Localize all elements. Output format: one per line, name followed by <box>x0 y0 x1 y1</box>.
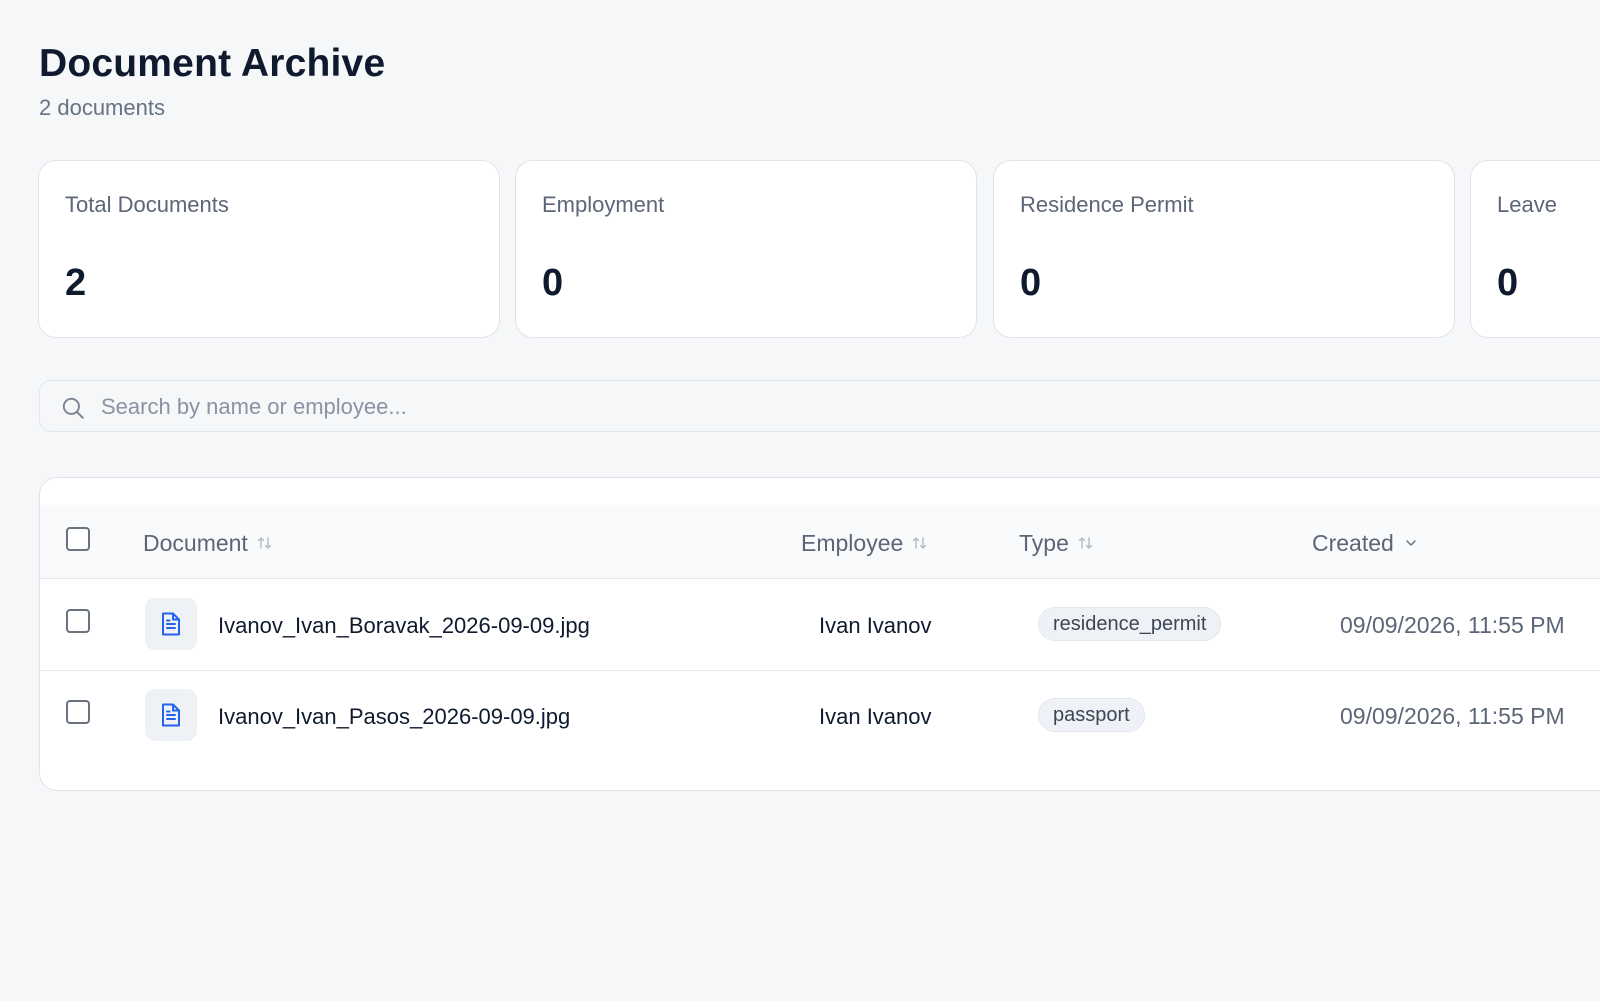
stat-label: Total Documents <box>65 192 229 217</box>
chevron-down-icon <box>1406 540 1416 546</box>
document-archive-page: Document Archive 2 documents Total Docum… <box>0 0 1600 1001</box>
document-name[interactable]: Ivanov_Ivan_Pasos_2026-09-09.jpg <box>218 703 570 731</box>
created-date: 09/09/2026, 11:55 PM <box>1340 612 1565 638</box>
column-label: Employee <box>801 530 904 556</box>
column-header-type[interactable]: Type <box>1019 529 1095 557</box>
sort-arrows-icon <box>257 537 272 549</box>
row-checkbox[interactable] <box>66 700 90 724</box>
column-label: Document <box>143 530 248 556</box>
stat-value: 2 <box>65 262 87 304</box>
column-header-created[interactable]: Created <box>1312 529 1420 557</box>
file-text-icon <box>162 703 180 727</box>
type-badge: passport <box>1038 698 1145 732</box>
stat-card-total-documents: Total Documents 2 <box>38 160 500 338</box>
created-date: 09/09/2026, 11:55 PM <box>1340 703 1565 729</box>
table-row[interactable]: Ivanov_Ivan_Pasos_2026-09-09.jpg Ivan Iv… <box>40 669 1600 762</box>
column-label: Type <box>1019 530 1069 556</box>
stat-card-residence-permit: Residence Permit 0 <box>993 160 1455 338</box>
stat-label: Residence Permit <box>1020 192 1194 217</box>
page-title: Document Archive <box>39 42 386 85</box>
column-header-document[interactable]: Document <box>143 529 274 557</box>
stat-value: 0 <box>542 262 564 304</box>
employee-name: Ivan Ivanov <box>819 704 932 729</box>
file-text-icon <box>162 612 180 636</box>
document-name[interactable]: Ivanov_Ivan_Boravak_2026-09-09.jpg <box>218 612 590 640</box>
row-checkbox[interactable] <box>66 609 90 633</box>
column-label: Created <box>1312 530 1394 556</box>
table-header: Document Employee Type Created <box>40 505 1600 579</box>
stat-value: 0 <box>1497 262 1519 304</box>
stat-value: 0 <box>1020 262 1042 304</box>
sort-arrows-icon <box>1078 537 1093 549</box>
sort-arrows-icon <box>913 537 927 549</box>
type-badge: residence_permit <box>1038 607 1222 641</box>
stat-label: Employment <box>542 192 665 217</box>
select-all-checkbox[interactable] <box>66 527 90 551</box>
column-header-employee[interactable]: Employee <box>801 529 929 557</box>
employee-name: Ivan Ivanov <box>819 613 932 638</box>
document-count: 2 documents <box>39 95 165 120</box>
search-bar <box>39 380 1600 432</box>
search-input[interactable] <box>99 391 1003 423</box>
stat-card-leave: Leave 0 <box>1470 160 1600 338</box>
documents-table: Document Employee Type Created Ivanov_Iv… <box>39 477 1600 791</box>
stat-label: Leave <box>1497 192 1557 217</box>
file-icon-badge <box>145 598 197 650</box>
file-icon-badge <box>145 689 197 741</box>
stat-card-employment: Employment 0 <box>515 160 977 338</box>
search-icon <box>62 397 84 419</box>
table-row[interactable]: Ivanov_Ivan_Boravak_2026-09-09.jpg Ivan … <box>40 578 1600 671</box>
